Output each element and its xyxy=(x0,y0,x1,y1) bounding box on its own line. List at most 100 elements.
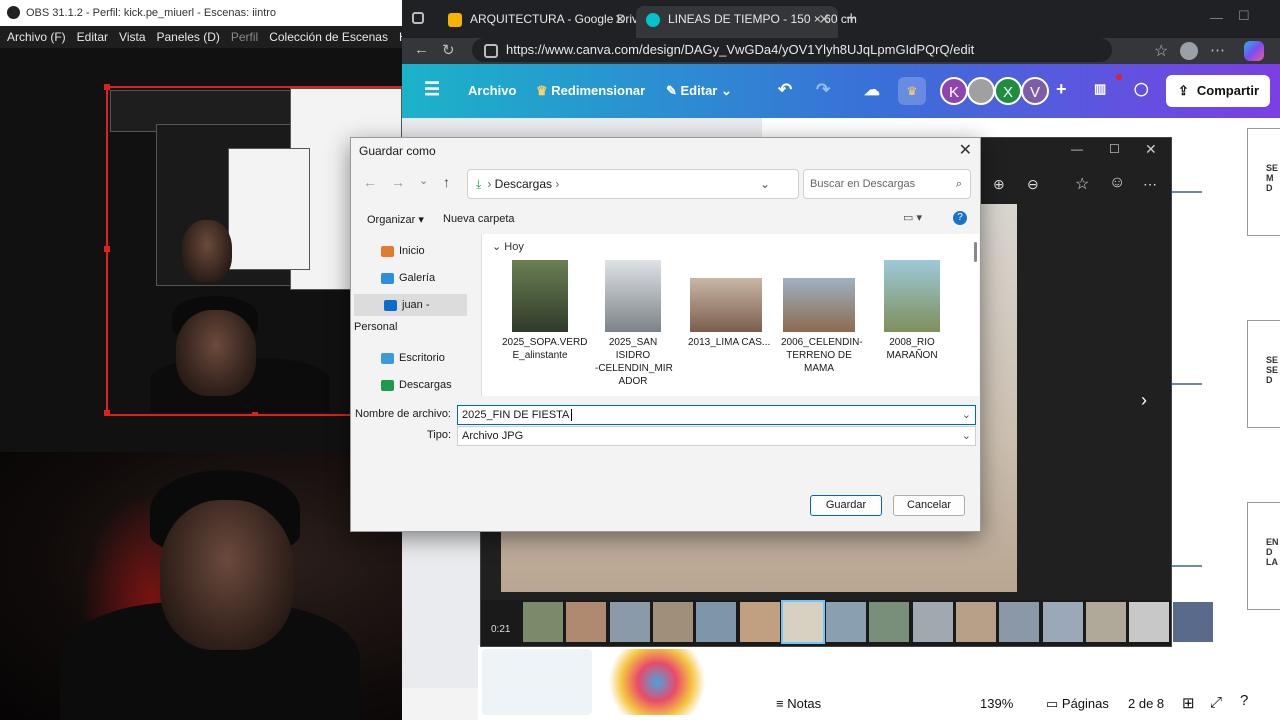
scrollbar[interactable] xyxy=(974,242,977,262)
obs-menu-item[interactable]: Perfil xyxy=(231,30,258,44)
profile-icon[interactable] xyxy=(1180,42,1198,60)
organize-button[interactable]: Organizar ▾ xyxy=(367,213,424,226)
obs-menu-item[interactable]: Editar xyxy=(77,30,108,44)
filmstrip-thumbnail[interactable] xyxy=(1129,602,1170,642)
share-button[interactable]: ⇪ Compartir xyxy=(1166,75,1270,107)
tab-canva[interactable]: LINEAS DE TIEMPO - 150 × 60 cm ✕ xyxy=(636,6,857,38)
social-icons-thumbnail[interactable] xyxy=(482,649,592,715)
group-header-hoy[interactable]: ⌄ Hoy xyxy=(492,240,524,253)
file-item[interactable]: 2008_RIO MARAÑON xyxy=(874,260,950,362)
fullscreen-icon[interactable]: ⤢ xyxy=(1210,694,1222,711)
filmstrip-thumbnail[interactable] xyxy=(1085,602,1126,642)
nav-item[interactable]: Galería xyxy=(351,267,469,289)
help-icon[interactable]: ? xyxy=(1240,692,1248,709)
filmstrip-thumbnail[interactable] xyxy=(956,602,996,642)
obs-preview[interactable] xyxy=(0,48,404,452)
filmstrip-thumbnail[interactable] xyxy=(999,602,1040,642)
collaborator-avatar[interactable] xyxy=(967,77,995,105)
nav-item[interactable]: Inicio xyxy=(351,240,469,262)
forward-icon[interactable]: → xyxy=(391,174,405,190)
breadcrumb-descargas[interactable]: Descargas xyxy=(495,177,552,191)
zoom-out-icon[interactable]: ⊖ xyxy=(1027,176,1039,193)
favorites-icon[interactable]: ☆ xyxy=(1154,41,1168,61)
back-icon[interactable]: ← xyxy=(363,174,377,190)
collaborator-avatar[interactable]: K xyxy=(940,77,968,105)
nav-item[interactable]: Descargas xyxy=(351,374,469,396)
obs-menu-item[interactable]: Archivo (F) xyxy=(7,30,66,44)
filmstrip-thumbnail[interactable] xyxy=(566,602,607,642)
url-input[interactable]: https://www.canva.com/design/DAGy_VwGDa4… xyxy=(472,38,1112,62)
close-icon[interactable]: ✕ xyxy=(959,140,972,160)
grid-view-icon[interactable]: ⊞ xyxy=(1182,694,1195,712)
analytics-icon[interactable]: ▥ xyxy=(1094,81,1106,97)
filmstrip-thumbnail[interactable] xyxy=(780,600,825,644)
add-collaborator-icon[interactable]: + xyxy=(1056,79,1067,100)
save-button[interactable]: Guardar xyxy=(810,495,882,516)
file-item[interactable]: 2025_SOPA.VERD E_alinstante xyxy=(502,260,587,362)
filmstrip-thumbnail[interactable] xyxy=(912,602,953,642)
filmstrip-thumbnail[interactable] xyxy=(609,602,650,642)
premium-crown-button[interactable]: ♛ xyxy=(898,77,926,105)
filmstrip-thumbnail[interactable] xyxy=(739,602,780,642)
site-info-icon[interactable] xyxy=(484,43,498,58)
help-icon[interactable]: ? xyxy=(953,211,967,225)
search-input[interactable]: Buscar en Descargas ⌕ xyxy=(803,169,971,199)
social-network-thumbnail[interactable] xyxy=(602,649,712,715)
recent-locations-icon[interactable]: ⌄ xyxy=(419,174,428,187)
more-options-icon[interactable]: ⋯ xyxy=(1143,176,1157,193)
hamburger-menu-icon[interactable]: ☰ xyxy=(424,79,440,100)
obs-menu-item[interactable]: Colección de Escenas xyxy=(269,30,388,44)
collaborator-avatar[interactable]: V xyxy=(1021,77,1049,105)
file-item[interactable]: 2006_CELENDIN- TERRENO DE MAMA xyxy=(781,260,863,375)
close-icon[interactable]: ✕ xyxy=(1145,141,1157,158)
maximize-icon[interactable]: ☐ xyxy=(1109,142,1120,156)
minimize-icon[interactable]: — xyxy=(1071,142,1083,156)
emoji-icon[interactable]: ☺ xyxy=(1109,174,1125,192)
filename-input[interactable]: 2025_FIN DE FIESTA ⌄ xyxy=(457,405,976,425)
nav-item[interactable]: Escritorio xyxy=(351,347,469,369)
new-folder-button[interactable]: Nueva carpeta xyxy=(443,213,515,225)
minimize-icon[interactable]: — xyxy=(1210,10,1223,25)
filmstrip-thumbnail[interactable] xyxy=(652,602,693,642)
filmstrip-thumbnail[interactable] xyxy=(523,602,563,642)
resize-handle[interactable] xyxy=(104,246,110,252)
more-menu-icon[interactable]: ⋯ xyxy=(1210,41,1225,59)
filmstrip-thumbnail[interactable] xyxy=(869,602,910,642)
next-photo-icon[interactable]: › xyxy=(1141,390,1147,411)
pages-button[interactable]: ▭ Páginas xyxy=(1046,696,1109,712)
favorite-icon[interactable]: ☆ xyxy=(1075,174,1089,194)
archivo-menu[interactable]: Archivo xyxy=(468,83,516,98)
tab-google-drive[interactable]: ARQUITECTURA - Google Drive ✕ xyxy=(438,6,645,38)
zoom-in-icon[interactable]: ⊕ xyxy=(993,176,1005,193)
collaborator-avatar[interactable]: X xyxy=(994,77,1022,105)
comments-icon[interactable]: ◯ xyxy=(1134,81,1149,97)
cloud-saved-icon[interactable]: ☁ xyxy=(864,80,880,100)
timeline-text-box[interactable]: EN D LA xyxy=(1247,502,1280,610)
filmstrip-thumbnail[interactable] xyxy=(1042,602,1083,642)
notes-button[interactable]: ≡ Notas xyxy=(776,696,821,711)
reload-icon[interactable]: ↻ xyxy=(442,41,455,59)
tab-close-icon[interactable]: ✕ xyxy=(614,6,626,32)
tab-actions-icon[interactable] xyxy=(412,12,424,24)
filmstrip-thumbnail[interactable] xyxy=(1172,602,1213,642)
obs-menu-item[interactable]: Paneles (D) xyxy=(157,30,220,44)
file-item[interactable]: 2025_SAN ISIDRO -CELENDIN_MIR ADOR xyxy=(595,260,673,388)
copilot-icon[interactable] xyxy=(1244,41,1264,61)
cancel-button[interactable]: Cancelar xyxy=(893,495,965,516)
obs-menu-item[interactable]: Vista xyxy=(119,30,145,44)
tab-close-icon[interactable]: ✕ xyxy=(818,6,830,32)
redimensionar-button[interactable]: ♛ Redimensionar xyxy=(536,83,645,99)
file-item[interactable]: 2013_LIMA CAS... xyxy=(688,260,770,349)
timeline-text-box[interactable]: SE SE D xyxy=(1247,320,1280,428)
chevron-down-icon[interactable]: ⌄ xyxy=(962,406,971,424)
redo-icon[interactable]: ↷ xyxy=(816,80,830,100)
editar-menu[interactable]: ✎ Editar ⌄ xyxy=(666,83,732,99)
undo-icon[interactable]: ↶ xyxy=(778,80,792,100)
back-icon[interactable]: ← xyxy=(414,41,429,58)
file-type-select[interactable]: Archivo JPG ⌄ xyxy=(457,426,976,446)
address-breadcrumb[interactable]: ⤓› Descargas › ⌄ ↻ xyxy=(467,169,824,199)
zoom-level[interactable]: 139% xyxy=(980,696,1013,711)
nav-item[interactable]: juan - Personal xyxy=(354,294,467,333)
resize-handle[interactable] xyxy=(104,410,110,416)
maximize-icon[interactable]: ☐ xyxy=(1238,8,1250,24)
